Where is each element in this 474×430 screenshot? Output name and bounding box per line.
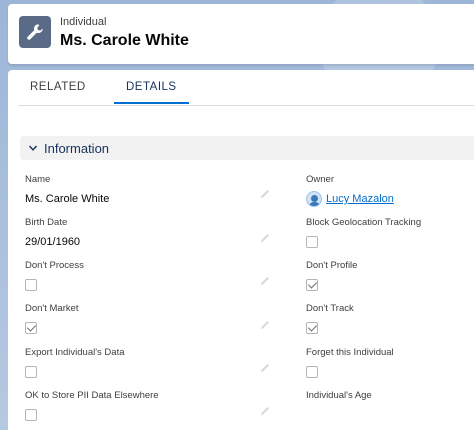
field-label: Don't Process (25, 260, 84, 271)
section-information-header[interactable]: Information (20, 136, 474, 160)
pencil-icon[interactable] (260, 233, 270, 243)
field-name: Name Ms. Carole White (25, 174, 109, 205)
field-label: Don't Market (25, 303, 79, 314)
field-ok-store-pii: OK to Store PII Data Elsewhere (25, 390, 159, 421)
pencil-icon[interactable] (260, 320, 270, 330)
field-label: Individual's Age (306, 390, 372, 401)
block-geolocation-checkbox[interactable] (306, 236, 318, 248)
dont-market-checkbox[interactable] (25, 322, 37, 334)
field-label: Owner (306, 174, 334, 185)
section-title: Information (44, 140, 110, 156)
wrench-icon (19, 16, 51, 48)
field-label: OK to Store PII Data Elsewhere (25, 390, 159, 401)
field-dont-profile: Don't Profile (306, 260, 357, 291)
field-forget-individual: Forget this Individual (306, 347, 394, 378)
ok-store-pii-checkbox[interactable] (25, 409, 37, 421)
field-dont-market: Don't Market (25, 303, 79, 334)
field-dont-process: Don't Process (25, 260, 84, 291)
tab-bar: RELATED DETAILS (18, 70, 474, 106)
tab-related[interactable]: RELATED (30, 81, 86, 102)
field-label: Don't Track (306, 303, 354, 314)
dont-profile-checkbox[interactable] (306, 279, 318, 291)
forget-individual-checkbox[interactable] (306, 366, 318, 378)
pencil-icon[interactable] (260, 406, 270, 416)
field-label: Don't Profile (306, 260, 358, 271)
field-individual-age: Individual's Age (306, 390, 372, 409)
chevron-down-icon (28, 143, 38, 153)
field-value: Ms. Carole White (25, 193, 110, 205)
field-owner: Owner Lucy Mazalon (306, 174, 394, 207)
avatar (306, 191, 322, 207)
field-label: Name (25, 174, 51, 185)
field-label: Birth Date (25, 217, 68, 228)
dont-process-checkbox[interactable] (25, 279, 37, 291)
pencil-icon[interactable] (260, 276, 270, 286)
dont-track-checkbox[interactable] (306, 322, 318, 334)
pencil-icon[interactable] (260, 363, 270, 373)
field-value: 29/01/1960 (25, 236, 81, 248)
field-label: Export Individual's Data (25, 347, 125, 358)
field-export-data: Export Individual's Data (25, 347, 125, 378)
field-block-geolocation: Block Geolocation Tracking (306, 217, 421, 248)
owner-row: Lucy Mazalon (306, 191, 394, 207)
object-type-label: Individual (60, 16, 107, 28)
record-detail-card: RELATED DETAILS Information Name Ms. Car… (8, 70, 474, 430)
pencil-icon[interactable] (260, 189, 270, 199)
export-data-checkbox[interactable] (25, 366, 37, 378)
field-birth-date: Birth Date 29/01/1960 (25, 217, 80, 248)
record-header: Individual Ms. Carole White (8, 4, 474, 64)
field-dont-track: Don't Track (306, 303, 354, 334)
record-title: Ms. Carole White (60, 32, 189, 49)
field-label: Block Geolocation Tracking (306, 217, 422, 228)
field-label: Forget this Individual (306, 347, 394, 358)
tab-details[interactable]: DETAILS (114, 81, 189, 104)
owner-link[interactable]: Lucy Mazalon (326, 193, 394, 205)
